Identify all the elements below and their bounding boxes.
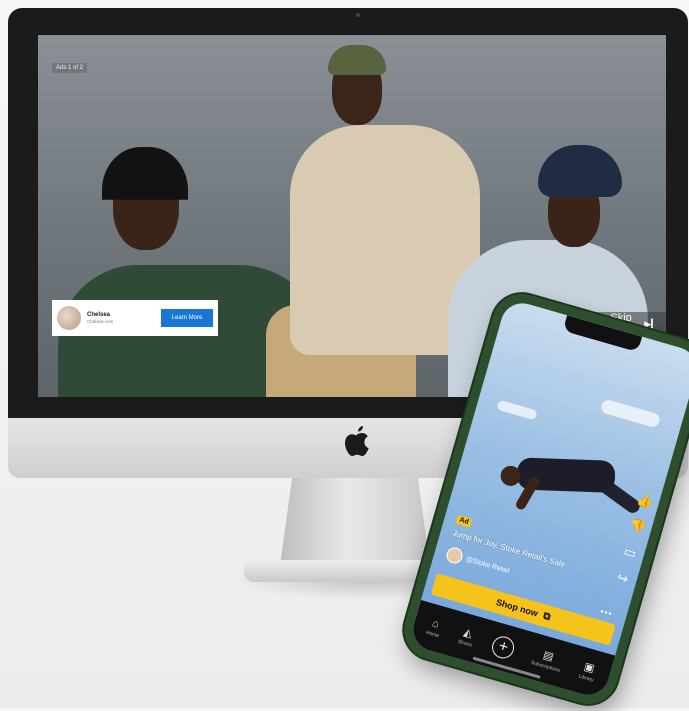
learn-more-button[interactable]: Learn More	[161, 309, 213, 327]
imac-stand	[280, 478, 430, 566]
nav-home[interactable]: ⌂ Home	[425, 617, 443, 639]
comment-icon[interactable]: ▭	[622, 543, 638, 561]
nav-label: Home	[425, 629, 440, 639]
advertiser-domain: Chelsea.com	[87, 319, 114, 324]
library-icon: ▣	[582, 660, 596, 675]
nav-create[interactable]: +	[489, 633, 517, 662]
nav-label: Shorts	[457, 638, 473, 649]
subscriptions-icon: ▤	[541, 648, 556, 663]
advertiser-name: Chelsea	[87, 312, 111, 318]
shorts-icon: ◭	[462, 625, 474, 640]
ad-overlay-card[interactable]: Chelsea Chelsea.com Learn More	[52, 300, 218, 336]
cloud	[599, 398, 662, 429]
share-icon[interactable]: ↪	[615, 570, 630, 587]
dislike-icon[interactable]: 👎	[628, 517, 648, 536]
ads-counter: Ads 1 of 2	[52, 63, 88, 73]
channel-name: @Stoke Retail	[465, 555, 511, 575]
apple-logo-icon	[345, 426, 369, 456]
cloud	[496, 399, 538, 421]
more-options-icon[interactable]: •••	[599, 606, 614, 619]
like-icon[interactable]: 👍	[635, 491, 655, 510]
nav-shorts[interactable]: ◭ Shorts	[457, 626, 476, 648]
home-icon: ⌂	[430, 616, 441, 631]
camera-dot	[356, 13, 360, 17]
shop-now-label: Shop now	[494, 596, 540, 619]
open-external-icon: ⧉	[541, 610, 552, 623]
nav-subscriptions[interactable]: ▤ Subscriptions	[530, 647, 564, 674]
ad-badge: Ad	[455, 514, 473, 528]
nav-library[interactable]: ▣ Library	[578, 660, 598, 683]
create-plus-icon: +	[489, 633, 517, 662]
person-middle-beanie	[328, 45, 386, 75]
advertiser-info: Chelsea Chelsea.com	[87, 312, 161, 324]
person-right-hat	[538, 145, 622, 197]
channel-avatar	[444, 545, 465, 566]
advertiser-avatar	[57, 306, 81, 330]
